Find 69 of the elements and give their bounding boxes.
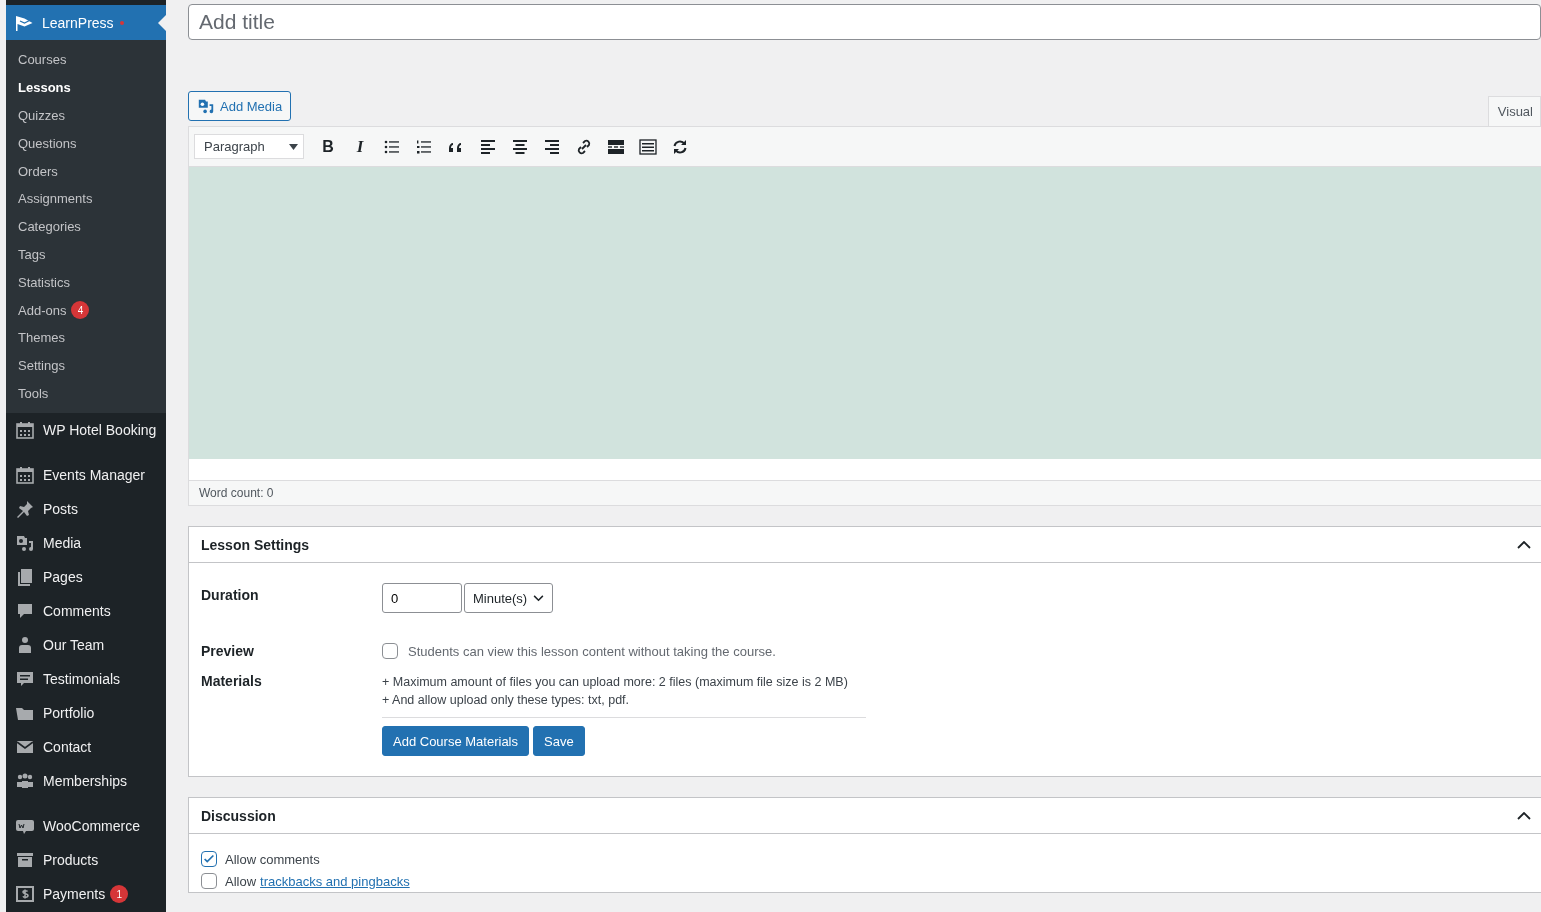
pushpin-icon [15,499,35,520]
section-title: Discussion [201,807,276,824]
submenu-item[interactable]: Statistics [18,274,70,290]
checkbox-label: Allow trackbacks and pingbacks [225,873,410,889]
sidebar-menu-item[interactable]: LearnPress [6,5,166,40]
field-label: Duration [201,586,260,605]
checkbox[interactable] [201,873,217,889]
field-label: Materials [201,673,263,691]
checkbox-label: Allow comments [225,851,320,867]
title-field[interactable]: Add title [188,4,1541,40]
submenu-item[interactable]: Quizzes [18,108,65,123]
submenu-item[interactable]: Tools [18,385,49,401]
submenu-item[interactable]: Orders [18,163,58,179]
menu-item[interactable]: Comments [43,603,111,620]
menu-item[interactable]: Posts [43,501,78,518]
menu-item[interactable]: Payments [43,886,106,903]
dropdown-arrow-icon [289,143,298,150]
dollar-icon [15,884,35,905]
info-note: + And allow upload only these types: txt, pdf. [382,692,631,709]
keyboard-icon [638,136,658,157]
menu-item[interactable]: WooCommerce [43,818,140,835]
checkmark-icon [202,852,216,866]
field-label: Preview [201,643,255,659]
checkbox-label: Students can view this lesson content without taking the course. [408,643,776,659]
calendar-icon [15,420,35,441]
submenu-item[interactable]: Lessons [18,80,71,96]
submenu-item[interactable]: Tags [18,246,46,262]
checkbox[interactable] [201,851,217,867]
menu-item[interactable]: Our Team [43,637,105,654]
duration-field[interactable]: 0 [382,583,462,613]
menu-item[interactable]: Testimonials [43,671,121,688]
menu-label: LearnPress [42,14,114,31]
section-title: Lesson Settings [201,536,310,553]
menu-item[interactable]: Contact [43,739,92,756]
menu-item[interactable]: Products [43,852,99,869]
chevron-icon[interactable] [1517,540,1531,549]
italic-button[interactable]: I [346,132,374,161]
submenu-item[interactable]: Categories [18,219,81,235]
submenu-item[interactable]: Courses [18,52,67,68]
submenu-item[interactable]: Themes [18,330,65,346]
save-button[interactable]: Save [533,726,585,756]
submenu-item[interactable]: Questions [18,135,77,151]
menu-item[interactable]: Memberships [43,773,128,790]
trackbacks-link[interactable]: trackbacks and pingbacks [260,873,410,889]
count-badge: 4 [71,301,90,320]
media-icon [197,97,215,115]
menu-item[interactable]: WP Hotel Booking [43,422,157,439]
bold-button[interactable]: B [314,132,342,161]
submenu-item[interactable]: Settings [18,358,65,374]
submenu-item[interactable]: Assignments [18,191,93,207]
count-badge: 1 [110,885,129,904]
pages-icon [15,567,35,588]
unit-select[interactable]: Minute(s) [464,583,554,613]
word-count: Word count: 0 [189,480,1541,505]
chevron-down-icon [533,594,545,602]
media-icon [15,533,35,554]
calendar-icon [15,465,35,486]
editor-tab[interactable]: Visual [1487,96,1541,126]
info-note: + Maximum amount of files you can upload more: 2 files (maximum file size is 2 MB) [382,674,849,691]
format-select[interactable]: Paragraph [194,134,304,159]
add-media-button[interactable]: Add Media [188,91,292,121]
menu-item[interactable]: Pages [43,569,83,586]
submenu-item[interactable]: Add-ons [18,302,67,318]
menu-item[interactable]: Media [43,535,82,552]
menu-item[interactable]: Portfolio [43,705,95,722]
chevron-icon[interactable] [1517,811,1531,820]
menu-item[interactable]: Events Manager [43,467,145,484]
checkbox[interactable] [382,643,398,659]
add-materials-button[interactable]: Add Course Materials [382,726,529,756]
